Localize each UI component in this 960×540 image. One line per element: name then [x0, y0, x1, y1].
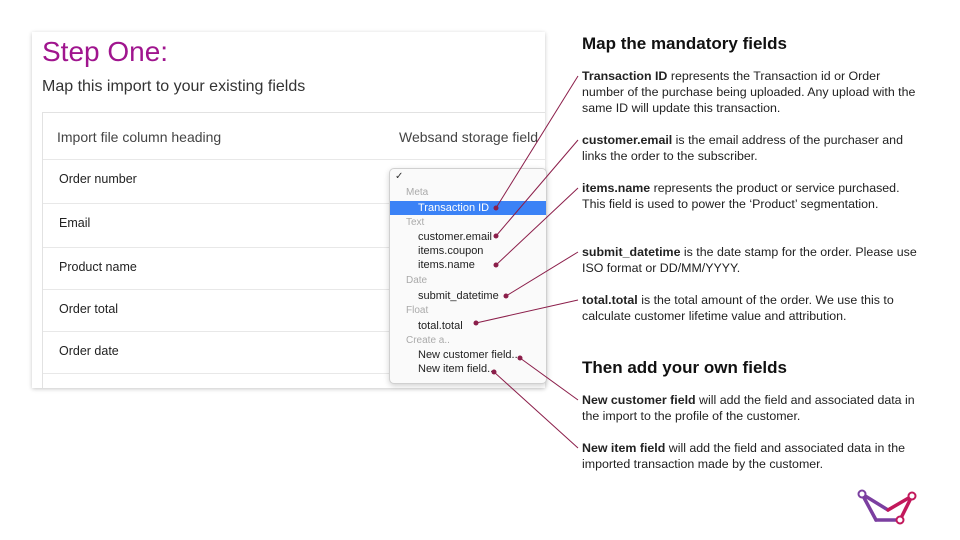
connector-new-customer-field — [519, 357, 579, 401]
websand-logo-icon — [857, 489, 917, 525]
connector-submit-datetime — [505, 251, 579, 297]
connector-dot — [517, 355, 523, 361]
connector-dot — [493, 233, 499, 239]
connector-lines — [473, 75, 579, 449]
connector-total-total — [475, 299, 579, 324]
connector-dot — [491, 369, 497, 375]
connector-dot — [493, 262, 499, 268]
connector-new-item-field — [493, 371, 579, 449]
connector-dot — [493, 205, 499, 211]
connector-items-name — [495, 187, 579, 266]
connector-dot — [473, 320, 479, 326]
connector-dot — [503, 293, 509, 299]
